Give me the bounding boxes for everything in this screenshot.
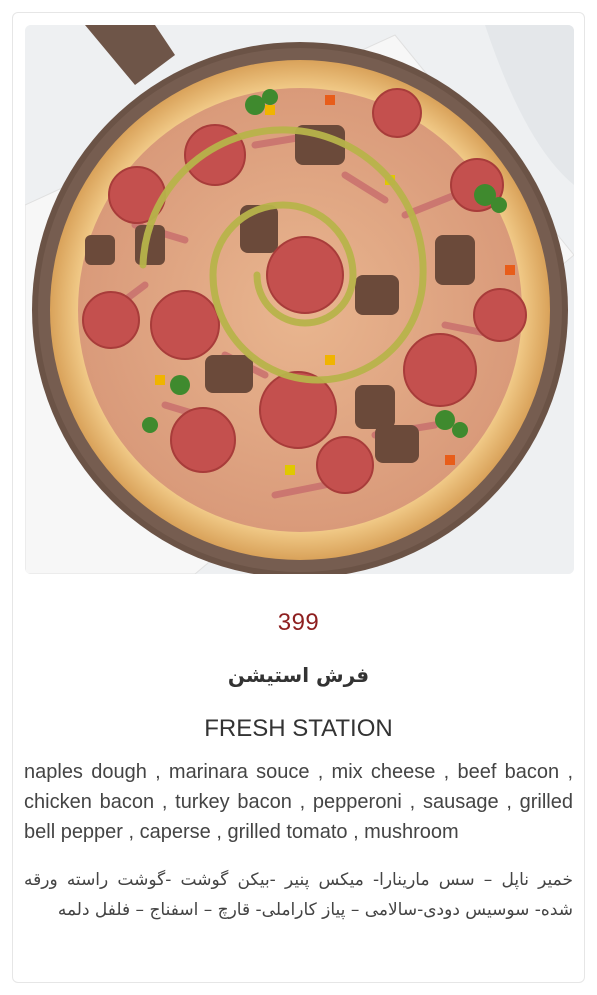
product-image[interactable] (25, 25, 574, 574)
product-card[interactable]: 399 فرش استیشن FRESH STATION naples doug… (12, 12, 585, 983)
product-name-persian: فرش استیشن (227, 663, 370, 687)
product-price: 399 (277, 609, 320, 636)
product-description-persian: خمیر ناپل – سس مارینارا- میکس پنیر -بیکن… (24, 870, 573, 920)
pizza-illustration (25, 25, 574, 574)
product-name-english: FRESH STATION (204, 715, 393, 742)
product-description-english: naples dough , marinara souce , mix chee… (24, 761, 573, 843)
